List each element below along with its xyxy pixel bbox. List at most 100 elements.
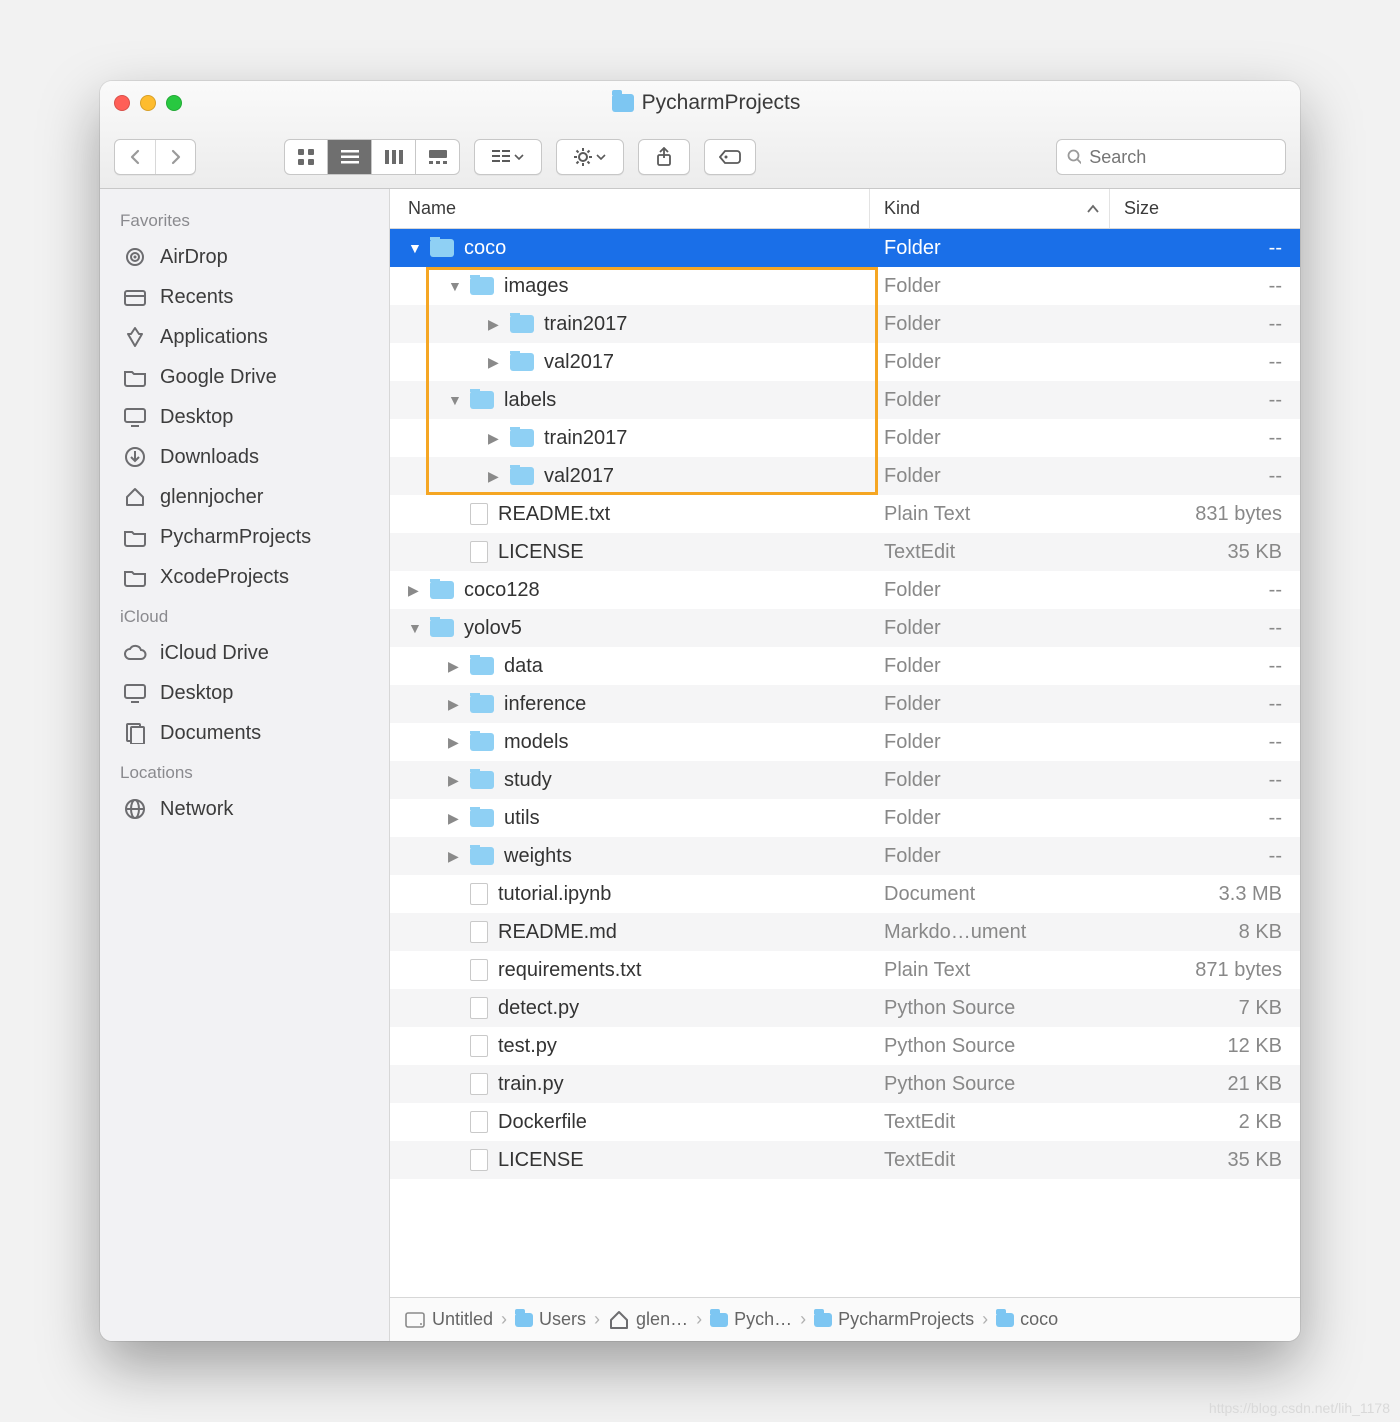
list-view-button[interactable] — [328, 139, 372, 175]
table-row[interactable]: ▼labelsFolder-- — [390, 381, 1300, 419]
column-view-button[interactable] — [372, 139, 416, 175]
file-kind: Plain Text — [870, 959, 1110, 982]
file-size: 3.3 MB — [1110, 883, 1300, 906]
tags-button[interactable] — [704, 139, 756, 175]
file-name: val2017 — [544, 465, 614, 488]
file-name: train.py — [498, 1073, 564, 1096]
sidebar-item-network[interactable]: Network — [100, 789, 389, 829]
share-button[interactable] — [638, 139, 690, 175]
folder-icon — [510, 429, 534, 447]
sidebar-item-downloads[interactable]: Downloads — [100, 437, 389, 477]
table-row[interactable]: tutorial.ipynbDocument3.3 MB — [390, 875, 1300, 913]
table-row[interactable]: requirements.txtPlain Text871 bytes — [390, 951, 1300, 989]
zoom-icon[interactable] — [166, 95, 182, 111]
file-size: 2 KB — [1110, 1111, 1300, 1134]
table-row[interactable]: ▶val2017Folder-- — [390, 457, 1300, 495]
minimize-icon[interactable] — [140, 95, 156, 111]
path-segment[interactable]: glen… — [608, 1309, 688, 1331]
table-row[interactable]: README.mdMarkdo…ument8 KB — [390, 913, 1300, 951]
gallery-view-button[interactable] — [416, 139, 460, 175]
path-segment[interactable]: Pych… — [710, 1309, 792, 1330]
table-row[interactable]: ▶inferenceFolder-- — [390, 685, 1300, 723]
table-row[interactable]: ▶dataFolder-- — [390, 647, 1300, 685]
table-row[interactable]: ▼cocoFolder-- — [390, 229, 1300, 267]
folder-icon — [710, 1313, 728, 1327]
disclosure-triangle-icon[interactable]: ▼ — [408, 620, 422, 636]
file-name: Dockerfile — [498, 1111, 587, 1134]
titlebar: PycharmProjects — [100, 81, 1300, 189]
table-row[interactable]: ▼yolov5Folder-- — [390, 609, 1300, 647]
chevron-right-icon: › — [800, 1309, 806, 1330]
sidebar-item-airdrop[interactable]: AirDrop — [100, 237, 389, 277]
path-segment[interactable]: Users — [515, 1309, 586, 1330]
window-title-label: PycharmProjects — [642, 91, 801, 115]
search-input[interactable] — [1089, 147, 1275, 168]
table-row[interactable]: ▶modelsFolder-- — [390, 723, 1300, 761]
folder-icon — [430, 581, 454, 599]
disclosure-triangle-icon[interactable]: ▶ — [448, 734, 462, 751]
path-segment[interactable]: coco — [996, 1309, 1058, 1330]
sidebar-item-label: AirDrop — [160, 246, 228, 269]
disclosure-triangle-icon[interactable]: ▶ — [448, 658, 462, 675]
back-button[interactable] — [115, 140, 155, 174]
disclosure-triangle-icon[interactable]: ▶ — [408, 582, 422, 599]
sidebar-item-icloud-drive[interactable]: iCloud Drive — [100, 633, 389, 673]
table-row[interactable]: ▶weightsFolder-- — [390, 837, 1300, 875]
sidebar-item-google-drive[interactable]: Google Drive — [100, 357, 389, 397]
table-row[interactable]: LICENSETextEdit35 KB — [390, 1141, 1300, 1179]
column-header-size[interactable]: Size — [1110, 189, 1300, 228]
table-row[interactable]: train.pyPython Source21 KB — [390, 1065, 1300, 1103]
table-row[interactable]: ▶coco128Folder-- — [390, 571, 1300, 609]
file-kind: Python Source — [870, 1073, 1110, 1096]
search-field[interactable] — [1056, 139, 1286, 175]
table-row[interactable]: README.txtPlain Text831 bytes — [390, 495, 1300, 533]
file-size: -- — [1110, 807, 1300, 830]
icon-view-button[interactable] — [284, 139, 328, 175]
table-row[interactable]: ▶utilsFolder-- — [390, 799, 1300, 837]
file-icon — [470, 1035, 488, 1057]
sidebar-item-xcodeprojects[interactable]: XcodeProjects — [100, 557, 389, 597]
file-size: -- — [1110, 769, 1300, 792]
path-segment[interactable]: Untitled — [404, 1309, 493, 1330]
disclosure-triangle-icon[interactable]: ▶ — [488, 468, 502, 485]
sidebar-item-label: Recents — [160, 286, 233, 309]
sidebar-item-documents[interactable]: Documents — [100, 713, 389, 753]
table-row[interactable]: ▼imagesFolder-- — [390, 267, 1300, 305]
table-row[interactable]: test.pyPython Source12 KB — [390, 1027, 1300, 1065]
disclosure-triangle-icon[interactable]: ▶ — [488, 430, 502, 447]
disclosure-triangle-icon[interactable]: ▼ — [448, 392, 462, 408]
sidebar-item-desktop[interactable]: Desktop — [100, 673, 389, 713]
path-segment[interactable]: PycharmProjects — [814, 1309, 974, 1330]
disclosure-triangle-icon[interactable]: ▶ — [448, 848, 462, 865]
disclosure-triangle-icon[interactable]: ▶ — [488, 354, 502, 371]
file-size: -- — [1110, 617, 1300, 640]
file-name: weights — [504, 845, 572, 868]
disclosure-triangle-icon[interactable]: ▶ — [448, 696, 462, 713]
sidebar-item-applications[interactable]: Applications — [100, 317, 389, 357]
sidebar-item-recents[interactable]: Recents — [100, 277, 389, 317]
disclosure-triangle-icon[interactable]: ▶ — [448, 810, 462, 827]
disclosure-triangle-icon[interactable]: ▶ — [448, 772, 462, 789]
close-icon[interactable] — [114, 95, 130, 111]
file-icon — [470, 997, 488, 1019]
table-row[interactable]: LICENSETextEdit35 KB — [390, 533, 1300, 571]
group-by-button[interactable] — [474, 139, 542, 175]
table-row[interactable]: ▶studyFolder-- — [390, 761, 1300, 799]
column-header-name[interactable]: Name — [390, 189, 870, 228]
table-row[interactable]: detect.pyPython Source7 KB — [390, 989, 1300, 1027]
file-name: detect.py — [498, 997, 579, 1020]
forward-button[interactable] — [155, 140, 195, 174]
disclosure-triangle-icon[interactable]: ▶ — [488, 316, 502, 333]
table-row[interactable]: ▶val2017Folder-- — [390, 343, 1300, 381]
table-row[interactable]: ▶train2017Folder-- — [390, 419, 1300, 457]
sidebar-item-pycharmprojects[interactable]: PycharmProjects — [100, 517, 389, 557]
action-button[interactable] — [556, 139, 624, 175]
disclosure-triangle-icon[interactable]: ▼ — [408, 240, 422, 256]
sidebar-item-label: Network — [160, 798, 233, 821]
sidebar-item-desktop[interactable]: Desktop — [100, 397, 389, 437]
column-header-kind[interactable]: Kind — [870, 189, 1110, 228]
table-row[interactable]: ▶train2017Folder-- — [390, 305, 1300, 343]
table-row[interactable]: DockerfileTextEdit2 KB — [390, 1103, 1300, 1141]
disclosure-triangle-icon[interactable]: ▼ — [448, 278, 462, 294]
sidebar-item-glennjocher[interactable]: glennjocher — [100, 477, 389, 517]
